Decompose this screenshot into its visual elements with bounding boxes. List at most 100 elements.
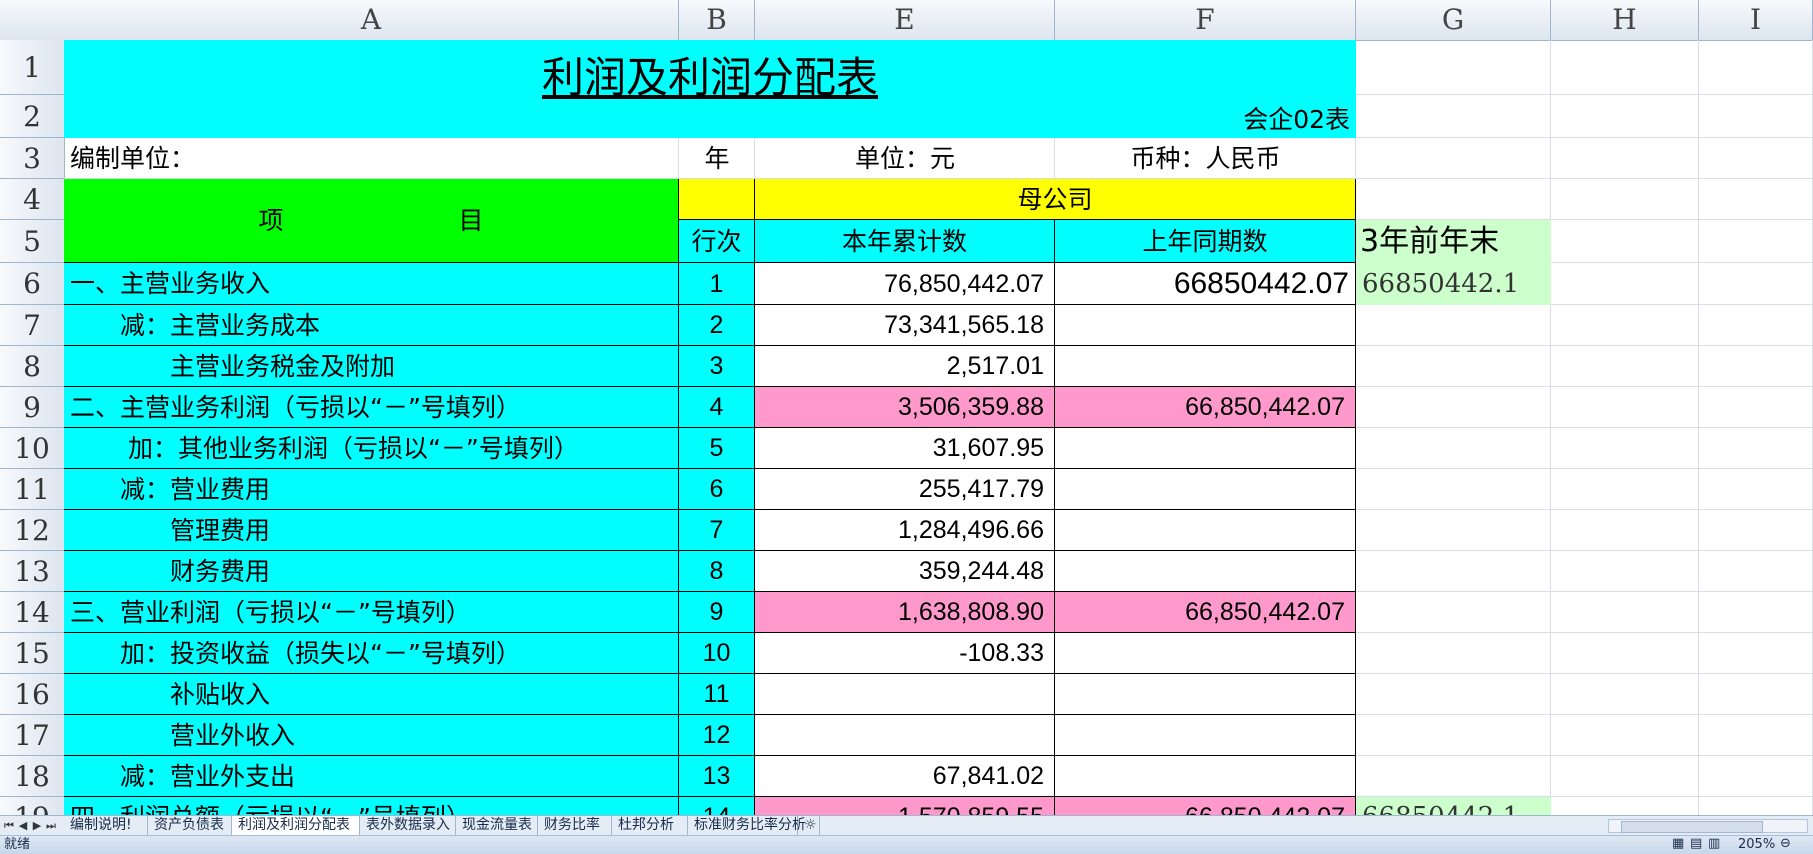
zoom-out-icon[interactable]: ⊖ bbox=[1780, 836, 1791, 852]
row-header-15[interactable]: 15 bbox=[0, 633, 64, 674]
grid-cell[interactable] bbox=[1699, 305, 1813, 346]
prior-period-header[interactable]: 上年同期数 bbox=[1055, 220, 1356, 263]
table-row-prior[interactable] bbox=[1055, 715, 1356, 756]
grid-cell[interactable] bbox=[1699, 179, 1813, 220]
grid-cell[interactable] bbox=[1551, 633, 1699, 674]
grid-cell[interactable] bbox=[1356, 179, 1551, 220]
grid-cell[interactable] bbox=[1551, 551, 1699, 592]
table-row-current[interactable] bbox=[755, 715, 1055, 756]
table-row-prior[interactable] bbox=[1055, 428, 1356, 469]
grid-cell[interactable] bbox=[1699, 346, 1813, 387]
last-sheet-icon[interactable]: ⏭ bbox=[44, 817, 58, 834]
horizontal-scrollbar[interactable] bbox=[1608, 819, 1808, 833]
grid-cell[interactable] bbox=[1699, 510, 1813, 551]
sheet-tab[interactable]: 编制说明! bbox=[64, 816, 148, 835]
row-header-18[interactable]: 18 bbox=[0, 756, 64, 797]
grid-cell[interactable] bbox=[1699, 428, 1813, 469]
row-header-11[interactable]: 11 bbox=[0, 469, 64, 510]
table-row-prior[interactable]: 66,850,442.07 bbox=[1055, 387, 1356, 428]
row-header-9[interactable]: 9 bbox=[0, 387, 64, 428]
scrollbar-thumb[interactable] bbox=[1621, 821, 1763, 833]
table-row-prior[interactable] bbox=[1055, 756, 1356, 797]
grid-cell[interactable] bbox=[1699, 469, 1813, 510]
column-header-g[interactable]: G bbox=[1356, 0, 1551, 40]
grid-cell[interactable] bbox=[1551, 756, 1699, 797]
normal-view-icon[interactable]: ▦ bbox=[1672, 836, 1684, 852]
grid-cell[interactable] bbox=[1551, 95, 1699, 138]
column-header-h[interactable]: H bbox=[1551, 0, 1699, 40]
grid-cell[interactable] bbox=[1699, 551, 1813, 592]
grid-cell[interactable] bbox=[1699, 220, 1813, 263]
sheet-tab[interactable]: 财务比率 bbox=[538, 816, 612, 835]
grid-cell[interactable] bbox=[1551, 387, 1699, 428]
table-row-prior[interactable] bbox=[1055, 633, 1356, 674]
table-row-item[interactable]: 加：投资收益（损失以“－”号填列） bbox=[64, 633, 679, 674]
table-row-prior[interactable] bbox=[1055, 674, 1356, 715]
table-row-g[interactable]: 66850442.1 bbox=[1356, 263, 1551, 305]
table-row-line[interactable]: 1 bbox=[679, 263, 755, 305]
grid-cell[interactable] bbox=[1699, 40, 1813, 95]
grid-cell[interactable] bbox=[1551, 510, 1699, 551]
grid-cell[interactable] bbox=[1551, 428, 1699, 469]
table-row-prior[interactable] bbox=[1055, 551, 1356, 592]
unit-label[interactable]: 编制单位： bbox=[64, 138, 679, 179]
grid-cell[interactable] bbox=[1551, 179, 1699, 220]
grid-cell[interactable] bbox=[1551, 263, 1699, 305]
grid-cell[interactable] bbox=[1356, 387, 1551, 428]
grid-cell[interactable] bbox=[1551, 40, 1699, 95]
row-header-13[interactable]: 13 bbox=[0, 551, 64, 592]
table-row-g[interactable]: 66850442.1 bbox=[1356, 797, 1551, 815]
grid-cell[interactable] bbox=[1699, 715, 1813, 756]
zoom-level[interactable]: 205% bbox=[1738, 837, 1775, 853]
yellow-cell[interactable] bbox=[679, 179, 755, 220]
row-header-17[interactable]: 17 bbox=[0, 715, 64, 756]
table-row-item[interactable]: 管理费用 bbox=[64, 510, 679, 551]
first-sheet-icon[interactable]: ⏮ bbox=[2, 817, 16, 834]
table-row-current[interactable]: 255,417.79 bbox=[755, 469, 1055, 510]
grid-cell[interactable] bbox=[1699, 674, 1813, 715]
sheet-tab[interactable]: 现金流量表 bbox=[456, 816, 538, 835]
title-block[interactable]: 利润及利润分配表 会企02表 bbox=[64, 40, 1356, 138]
row-header-12[interactable]: 12 bbox=[0, 510, 64, 551]
row-header-8[interactable]: 8 bbox=[0, 346, 64, 387]
table-row-line[interactable]: 6 bbox=[679, 469, 755, 510]
table-row-item[interactable]: 财务费用 bbox=[64, 551, 679, 592]
sheet-tab[interactable]: 资产负债表 bbox=[148, 816, 232, 835]
grid-cell[interactable] bbox=[1356, 138, 1551, 179]
table-row-item[interactable]: 加：其他业务利润（亏损以“－”号填列） bbox=[64, 428, 679, 469]
table-row-line[interactable]: 11 bbox=[679, 674, 755, 715]
page-break-icon[interactable]: ▥ bbox=[1708, 836, 1720, 852]
table-row-line[interactable]: 12 bbox=[679, 715, 755, 756]
spreadsheet-grid[interactable]: 利润及利润分配表 会企02表 编制单位：年单位：元 币种：人民币项 目 母公司 行次 本年累… bbox=[64, 40, 1813, 815]
table-row-item[interactable]: 减：营业外支出 bbox=[64, 756, 679, 797]
row-header-2[interactable]: 2 bbox=[0, 95, 64, 138]
grid-cell[interactable] bbox=[1699, 633, 1813, 674]
grid-cell[interactable] bbox=[1356, 715, 1551, 756]
sheet-tab[interactable]: 杜邦分析 bbox=[612, 816, 688, 835]
grid-cell[interactable] bbox=[1699, 797, 1813, 815]
grid-cell[interactable] bbox=[1356, 756, 1551, 797]
grid-cell[interactable] bbox=[1551, 674, 1699, 715]
page-layout-icon[interactable]: ▤ bbox=[1690, 836, 1702, 852]
table-row-item[interactable]: 减：主营业务成本 bbox=[64, 305, 679, 346]
grid-cell[interactable] bbox=[1356, 510, 1551, 551]
table-row-line[interactable]: 3 bbox=[679, 346, 755, 387]
parent-company-header[interactable]: 母公司 bbox=[755, 179, 1356, 220]
grid-cell[interactable] bbox=[1356, 633, 1551, 674]
grid-cell[interactable] bbox=[1551, 220, 1699, 263]
grid-cell[interactable] bbox=[1699, 387, 1813, 428]
table-row-line[interactable]: 2 bbox=[679, 305, 755, 346]
table-row-prior[interactable] bbox=[1055, 510, 1356, 551]
table-row-item[interactable]: 二、主营业务利润（亏损以“－”号填列） bbox=[64, 387, 679, 428]
table-row-line[interactable]: 8 bbox=[679, 551, 755, 592]
grid-cell[interactable] bbox=[1356, 469, 1551, 510]
column-header-b[interactable]: B bbox=[679, 0, 755, 40]
row-header-16[interactable]: 16 bbox=[0, 674, 64, 715]
grid-cell[interactable] bbox=[1551, 346, 1699, 387]
insert-sheet-icon[interactable]: ☼ bbox=[798, 816, 820, 835]
grid-cell[interactable] bbox=[1356, 305, 1551, 346]
table-row-line[interactable]: 13 bbox=[679, 756, 755, 797]
row-header-14[interactable]: 14 bbox=[0, 592, 64, 633]
table-row-current[interactable] bbox=[755, 674, 1055, 715]
grid-cell[interactable] bbox=[1356, 40, 1551, 95]
